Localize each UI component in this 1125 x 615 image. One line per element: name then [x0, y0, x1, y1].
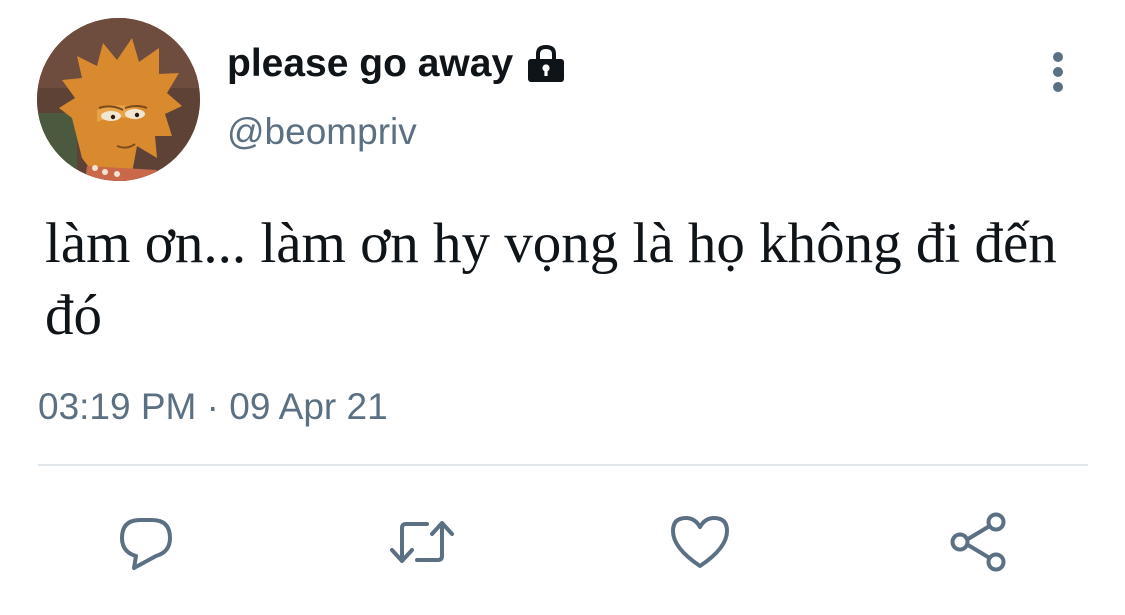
retweet-button[interactable] — [389, 510, 455, 574]
reply-icon — [120, 518, 172, 570]
avatar[interactable] — [37, 18, 200, 181]
more-vertical-icon — [1053, 52, 1063, 92]
share-button[interactable] — [946, 510, 1012, 574]
more-options-button[interactable] — [1040, 46, 1076, 98]
lock-icon — [528, 44, 565, 82]
display-name[interactable]: please go away — [227, 40, 513, 88]
share-icon — [950, 512, 1006, 572]
reply-button[interactable] — [113, 510, 179, 574]
divider — [38, 464, 1088, 466]
user-handle[interactable]: @beompriv — [227, 109, 417, 155]
display-name-row[interactable]: please go away — [227, 40, 567, 88]
avatar-cartoon-girl-image — [37, 18, 200, 181]
like-icon — [671, 516, 729, 568]
retweet-icon — [390, 521, 454, 563]
tweet-timestamp[interactable]: 03:19 PM · 09 Apr 21 — [38, 384, 388, 430]
tweet-text: làm ơn... làm ơn hy vọng là họ không đi … — [45, 212, 1057, 347]
tweet-card: please go away @beompriv làm ơn... làm ơ… — [0, 0, 1125, 615]
like-button[interactable] — [667, 510, 733, 574]
